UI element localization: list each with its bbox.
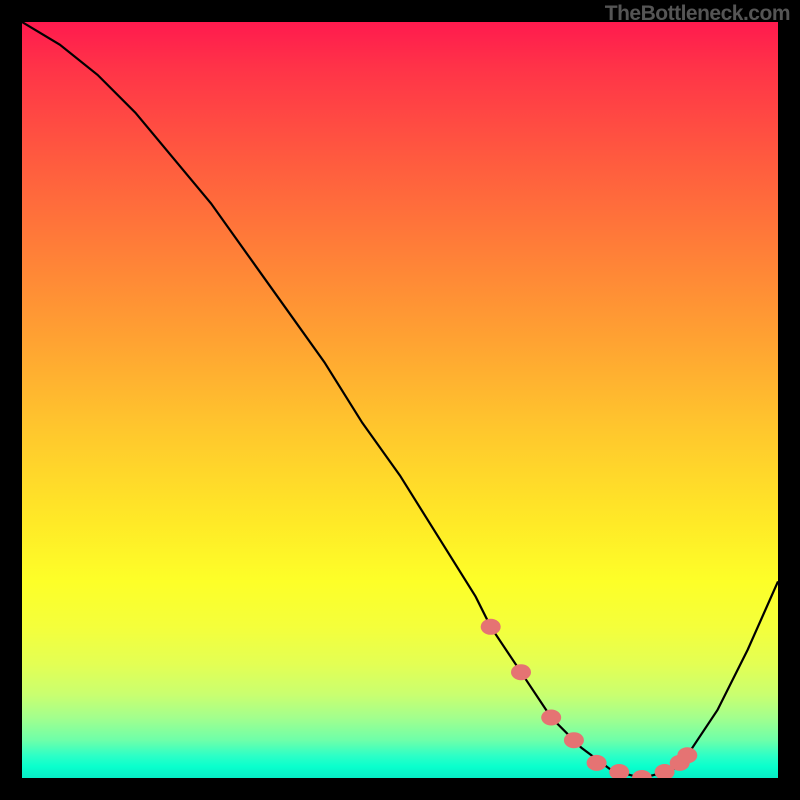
trough-marker xyxy=(564,732,584,748)
trough-marker xyxy=(481,619,501,635)
watermark-text: TheBottleneck.com xyxy=(605,2,790,26)
trough-marker xyxy=(511,664,531,680)
curve-svg xyxy=(22,22,778,778)
trough-marker xyxy=(587,755,607,771)
trough-marker xyxy=(677,747,697,763)
trough-marker xyxy=(632,770,652,778)
trough-marker xyxy=(541,710,561,726)
trough-marker xyxy=(609,764,629,778)
chart-frame: TheBottleneck.com xyxy=(0,0,800,800)
plot-area xyxy=(22,22,778,778)
bottleneck-curve xyxy=(22,22,778,778)
